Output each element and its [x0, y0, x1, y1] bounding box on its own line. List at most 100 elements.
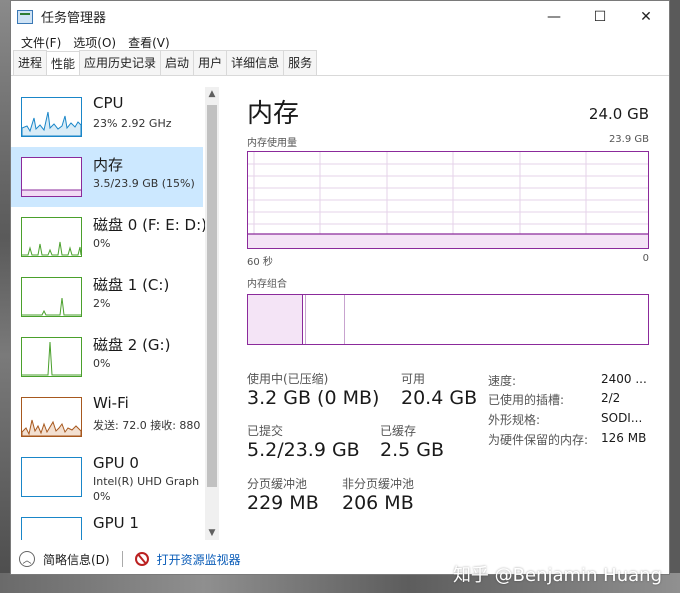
committed-label: 已提交	[247, 424, 284, 438]
scroll-up-icon[interactable]: ▲	[205, 87, 219, 101]
composition-modified[interactable]	[305, 295, 306, 344]
menu-bar: 文件(F) 选项(O) 查看(V)	[11, 32, 669, 52]
resource-item-gpu-1[interactable]: GPU 1	[11, 507, 203, 540]
resource-item-disk-1[interactable]: 磁盘 1 (C:) 2%	[11, 267, 203, 327]
menu-view[interactable]: 查看(V)	[122, 34, 176, 51]
resource-subtext: 0%	[93, 237, 111, 250]
fewer-details-link[interactable]: 简略信息(D)	[43, 551, 110, 568]
memory-usage-chart	[248, 152, 648, 248]
speed-value: 2400 ...	[601, 372, 647, 386]
resource-item-wifi[interactable]: Wi-Fi 发送: 72.0 接收: 880	[11, 387, 203, 447]
scrollbar-thumb[interactable]	[207, 105, 217, 487]
resource-subtext: 23% 2.92 GHz	[93, 117, 172, 130]
disk-1-sparkline	[22, 297, 81, 316]
disk-0-thumbnail-graph	[21, 217, 82, 257]
memory-usage-graph	[247, 151, 649, 249]
speed-label: 速度:	[488, 374, 517, 388]
gpu-0-thumbnail-graph	[21, 457, 82, 497]
resource-subtext-usage: 0%	[93, 490, 111, 503]
page-title: 内存	[247, 99, 300, 129]
desktop-background-right	[670, 0, 680, 593]
paged-pool-label: 分页缓冲池	[247, 477, 308, 491]
usage-graph-max: 23.9 GB	[608, 134, 649, 145]
memory-detail-panel: 内存 24.0 GB 内存使用量 23.9 GB 60 秒 0 内存组合 使用中…	[247, 77, 651, 543]
minimize-button[interactable]: —	[531, 1, 577, 32]
composition-standby[interactable]	[344, 295, 345, 344]
tab-services[interactable]: 服务	[283, 50, 318, 75]
resource-name: 内存	[93, 156, 124, 174]
chevron-up-icon[interactable]: ︿	[19, 551, 35, 567]
memory-composition-bar	[247, 294, 649, 345]
close-icon: ✕	[640, 8, 652, 25]
tab-bar: 进程 性能 应用历史记录 启动 用户 详细信息 服务	[11, 50, 669, 76]
title-bar[interactable]: 任务管理器 — ☐ ✕	[11, 1, 669, 32]
form-factor-value: SODI...	[601, 411, 643, 425]
desktop-background-left	[0, 0, 10, 593]
gpu-1-thumbnail-graph	[21, 517, 82, 540]
committed-value: 5.2/23.9 GB	[247, 439, 360, 461]
resource-name: GPU 1	[93, 514, 139, 532]
minimize-icon: —	[547, 8, 561, 25]
in-use-value: 3.2 GB (0 MB)	[247, 387, 380, 409]
disk-1-thumbnail-graph	[21, 277, 82, 317]
resource-subtext: 发送: 72.0 接收: 880	[93, 419, 201, 432]
tab-startup[interactable]: 启动	[160, 50, 195, 75]
paged-pool-value: 229 MB	[247, 492, 319, 514]
memory-sparkline	[22, 189, 81, 196]
maximize-button[interactable]: ☐	[577, 1, 623, 32]
resource-name: 磁盘 2 (G:)	[93, 336, 171, 354]
memory-thumbnail-graph	[21, 157, 82, 197]
cpu-sparkline	[21, 111, 82, 137]
resource-name: 磁盘 0 (F: E: D:)	[93, 216, 207, 234]
in-use-label: 使用中(已压缩)	[247, 372, 329, 386]
task-manager-app-icon	[17, 9, 33, 24]
resource-subtext: 3.5/23.9 GB (15%)	[93, 177, 195, 190]
wifi-sparkline	[21, 419, 82, 437]
memory-total: 24.0 GB	[588, 105, 649, 123]
available-label: 可用	[401, 372, 426, 386]
tab-details[interactable]: 详细信息	[226, 50, 285, 75]
watermark-text: 知乎 @Benjamin Huang	[452, 565, 662, 586]
resource-item-gpu-0[interactable]: GPU 0 Intel(R) UHD Graph 0%	[11, 447, 203, 507]
tab-users[interactable]: 用户	[193, 50, 228, 75]
window-title: 任务管理器	[41, 11, 107, 26]
composition-label: 内存组合	[247, 279, 287, 290]
footer-divider	[121, 551, 123, 567]
resource-item-disk-2[interactable]: 磁盘 2 (G:) 0%	[11, 327, 203, 387]
menu-file[interactable]: 文件(F)	[15, 34, 67, 51]
cached-label: 已缓存	[380, 424, 417, 438]
menu-options[interactable]: 选项(O)	[67, 34, 122, 51]
task-manager-window: 任务管理器 — ☐ ✕ 文件(F) 选项(O) 查看(V) 进程 性能 应用历史…	[10, 0, 670, 575]
form-factor-label: 外形规格:	[488, 413, 541, 427]
time-axis-left: 60 秒	[247, 257, 273, 268]
resource-name: CPU	[93, 94, 124, 112]
cached-value: 2.5 GB	[380, 439, 445, 461]
available-value: 20.4 GB	[401, 387, 478, 409]
open-resource-monitor-link[interactable]: 打开资源监视器	[157, 551, 241, 568]
resource-item-disk-0[interactable]: 磁盘 0 (F: E: D:) 0%	[11, 207, 207, 267]
nonpaged-pool-label: 非分页缓冲池	[342, 477, 415, 491]
slots-used-label: 已使用的插槽:	[488, 393, 565, 407]
resource-item-cpu[interactable]: CPU 23% 2.92 GHz	[11, 87, 203, 147]
resource-name: Wi-Fi	[93, 394, 129, 412]
cpu-thumbnail-graph	[21, 97, 82, 137]
disk-0-sparkline	[22, 241, 82, 256]
resource-monitor-icon	[134, 552, 149, 566]
hardware-reserved-value: 126 MB	[601, 431, 647, 445]
nonpaged-pool-value: 206 MB	[342, 492, 414, 514]
resource-name: GPU 0	[93, 454, 139, 472]
resource-item-memory[interactable]: 内存 3.5/23.9 GB (15%)	[11, 147, 203, 207]
disk-2-sparkline	[22, 341, 81, 376]
composition-in-use[interactable]	[248, 295, 303, 344]
resource-subtext: 0%	[93, 357, 111, 370]
tab-performance[interactable]: 性能	[46, 51, 81, 75]
disk-2-thumbnail-graph	[21, 337, 82, 377]
close-button[interactable]: ✕	[623, 1, 669, 32]
tab-app-history[interactable]: 应用历史记录	[79, 50, 162, 75]
wifi-thumbnail-graph	[21, 397, 82, 437]
time-axis-right: 0	[642, 253, 649, 264]
scroll-down-icon[interactable]: ▼	[205, 526, 219, 540]
resource-list-scrollbar[interactable]: ▲ ▼	[205, 87, 219, 540]
tab-processes[interactable]: 进程	[13, 50, 48, 75]
resource-list: CPU 23% 2.92 GHz 内存 3.5/23.9 GB (15%) 磁盘…	[11, 87, 219, 540]
